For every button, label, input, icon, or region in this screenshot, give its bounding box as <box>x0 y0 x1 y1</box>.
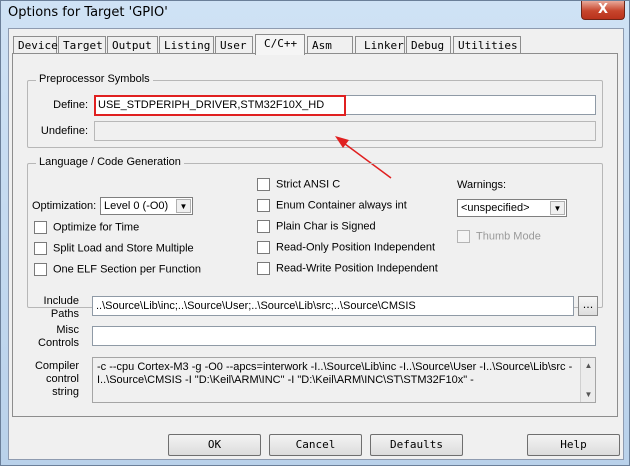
preprocessor-legend: Preprocessor Symbols <box>36 73 153 85</box>
label-line: Compiler <box>34 360 79 372</box>
tab-label: Device <box>18 39 58 52</box>
compiler-control-label: Compiler control string <box>15 360 79 399</box>
tab-label: Utilities <box>458 39 518 52</box>
tab-asm[interactable]: Asm <box>307 36 353 54</box>
misc-controls-field[interactable] <box>92 326 596 346</box>
tab-output[interactable]: Output <box>107 36 158 54</box>
chevron-down-icon: ▼ <box>550 201 565 215</box>
checkbox-label: Strict ANSI C <box>276 178 341 191</box>
close-button[interactable]: X <box>581 1 625 20</box>
tab-label: Debug <box>411 39 445 52</box>
checkbox-box[interactable] <box>257 199 270 212</box>
dialog-client: Device Target Output Listing User C/C++ … <box>8 28 624 460</box>
compiler-control-string[interactable]: -c --cpu Cortex-M3 -g -O0 --apcs=interwo… <box>92 357 596 403</box>
checkbox-box[interactable] <box>257 262 270 275</box>
label-line: string <box>52 386 79 398</box>
compiler-string-line: -c --cpu Cortex-M3 -g -O0 --apcs=interwo… <box>97 361 573 373</box>
checkbox-label: Enum Container always int <box>276 199 407 212</box>
tab-debug[interactable]: Debug <box>406 36 451 54</box>
checkbox-label: Split Load and Store Multiple <box>53 242 194 255</box>
warnings-value: <unspecified> <box>461 202 530 214</box>
tab-panel-c-cpp: Preprocessor Symbols Define: USE_STDPERI… <box>12 53 618 417</box>
language-group: Language / Code Generation Optimization:… <box>27 156 603 308</box>
tab-label: Target <box>63 39 103 52</box>
ok-button[interactable]: OK <box>168 434 261 456</box>
checkbox-box[interactable] <box>34 242 47 255</box>
checkbox-box[interactable] <box>257 220 270 233</box>
ro-pi-checkbox[interactable]: Read-Only Position Independent <box>257 241 435 256</box>
tab-device[interactable]: Device <box>13 36 58 54</box>
tab-label: Linker <box>364 39 404 52</box>
compiler-scrollbar[interactable]: ▲ ▼ <box>580 358 595 402</box>
warnings-label: Warnings: <box>457 179 507 191</box>
define-label: Define: <box>53 99 88 111</box>
label-line: Misc <box>56 324 79 336</box>
split-load-checkbox[interactable]: Split Load and Store Multiple <box>34 242 194 257</box>
cancel-button[interactable]: Cancel <box>269 434 362 456</box>
tab-label: C/C++ <box>264 37 298 50</box>
label-line: control <box>45 373 79 385</box>
optimization-select[interactable]: Level 0 (-O0) ▼ <box>100 197 193 215</box>
tab-label: Asm <box>312 39 332 52</box>
one-elf-checkbox[interactable]: One ELF Section per Function <box>34 263 201 278</box>
chevron-down-icon: ▼ <box>176 199 191 213</box>
checkbox-label: Read-Only Position Independent <box>276 241 435 254</box>
window-title: Options for Target 'GPIO' <box>8 5 168 20</box>
checkbox-label: Optimize for Time <box>53 221 140 234</box>
language-legend: Language / Code Generation <box>36 156 184 168</box>
tab-label: Listing <box>164 39 211 52</box>
tab-user[interactable]: User <box>215 36 253 54</box>
options-dialog: Options for Target 'GPIO' X Device Targe… <box>0 0 630 466</box>
compiler-string-line: I..\Source\CMSIS -I "D:\Keil\ARM\INC" -I… <box>97 374 474 386</box>
defaults-button[interactable]: Defaults <box>370 434 463 456</box>
include-browse-button[interactable]: ... <box>578 296 598 316</box>
enum-container-checkbox[interactable]: Enum Container always int <box>257 199 407 214</box>
checkbox-box[interactable] <box>34 263 47 276</box>
checkbox-label: Plain Char is Signed <box>276 220 376 233</box>
tab-linker[interactable]: Linker <box>355 36 405 54</box>
optimization-label: Optimization: <box>32 200 97 212</box>
include-paths-field[interactable]: ..\Source\Lib\inc;..\Source\User;..\Sour… <box>92 296 574 316</box>
misc-controls-label: Misc Controls <box>15 324 79 350</box>
checkbox-label: Thumb Mode <box>476 230 541 243</box>
checkbox-label: Read-Write Position Independent <box>276 262 438 275</box>
rw-pi-checkbox[interactable]: Read-Write Position Independent <box>257 262 438 277</box>
label-line: Controls <box>38 337 79 349</box>
checkbox-box[interactable] <box>34 221 47 234</box>
label-line: Include <box>43 295 79 307</box>
define-field[interactable]: USE_STDPERIPH_DRIVER,STM32F10X_HD <box>94 95 596 115</box>
help-button[interactable]: Help <box>527 434 620 456</box>
tab-target[interactable]: Target <box>58 36 106 54</box>
checkbox-box[interactable] <box>257 241 270 254</box>
optimization-value: Level 0 (-O0) <box>104 200 169 212</box>
label-line: Paths <box>50 308 79 320</box>
checkbox-label: One ELF Section per Function <box>53 263 201 276</box>
tab-c-cpp[interactable]: C/C++ <box>255 34 305 55</box>
checkbox-box[interactable] <box>257 178 270 191</box>
checkbox-box[interactable] <box>457 230 470 243</box>
strict-ansi-checkbox[interactable]: Strict ANSI C <box>257 178 340 193</box>
scroll-up-icon[interactable]: ▲ <box>581 358 595 373</box>
undefine-label: Undefine: <box>40 125 88 137</box>
tab-utilities[interactable]: Utilities <box>453 36 521 54</box>
tab-label: Output <box>112 39 152 52</box>
tab-listing[interactable]: Listing <box>159 36 214 54</box>
title-bar[interactable]: Options for Target 'GPIO' X <box>1 1 630 27</box>
plain-char-checkbox[interactable]: Plain Char is Signed <box>257 220 376 235</box>
optimize-time-checkbox[interactable]: Optimize for Time <box>34 221 139 236</box>
include-paths-label: Include Paths <box>15 295 79 321</box>
tab-label: User <box>220 39 247 52</box>
close-icon: X <box>597 2 609 17</box>
warnings-select[interactable]: <unspecified> ▼ <box>457 199 567 217</box>
thumb-mode-checkbox[interactable]: Thumb Mode <box>457 230 541 245</box>
scroll-down-icon[interactable]: ▼ <box>581 387 595 402</box>
